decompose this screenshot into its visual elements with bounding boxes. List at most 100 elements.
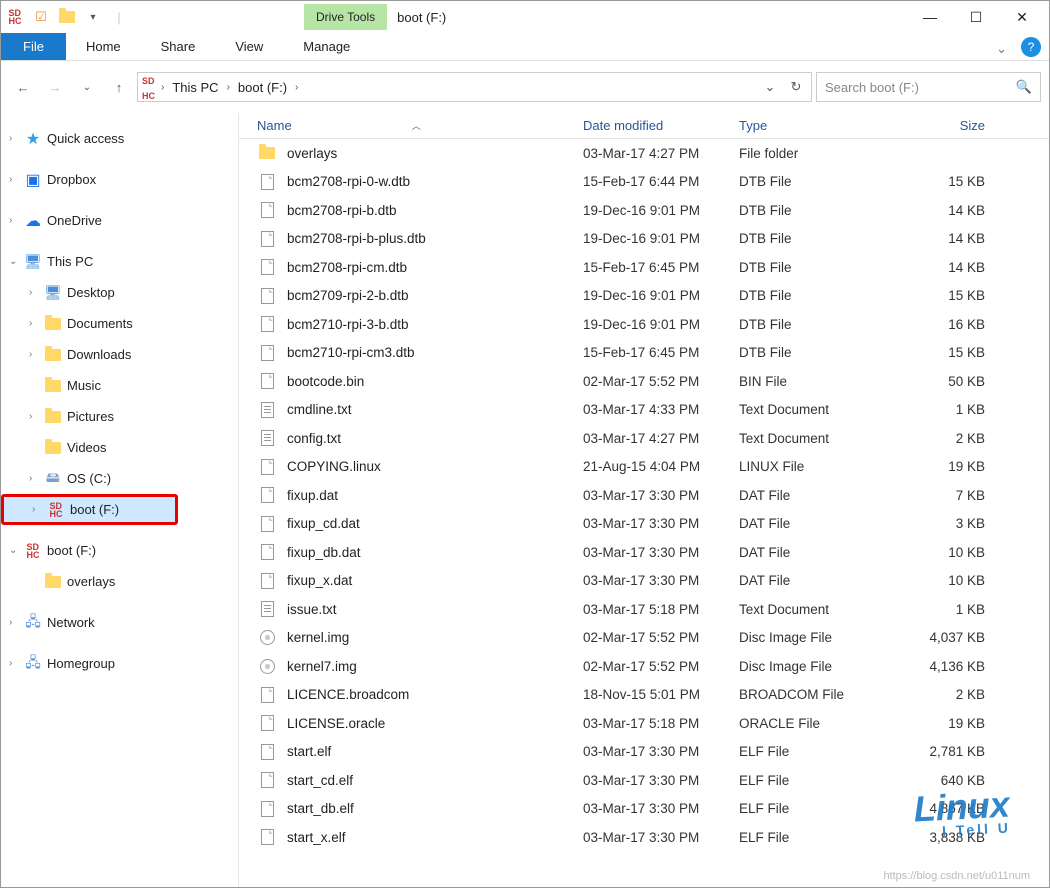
file-row[interactable]: kernel.img02-Mar-17 5:52 PMDisc Image Fi… — [239, 624, 1049, 653]
col-name[interactable]: Name︿ — [257, 118, 583, 133]
expand-icon[interactable]: › — [9, 658, 23, 669]
folder-icon — [43, 376, 63, 396]
refresh-button[interactable]: ↻ — [785, 79, 807, 95]
file-row[interactable]: fixup_x.dat03-Mar-17 3:30 PMDAT File10 K… — [239, 567, 1049, 596]
maximize-button[interactable]: ☐ — [953, 1, 999, 33]
expand-icon[interactable]: › — [29, 318, 43, 329]
minimize-button[interactable]: — — [907, 1, 953, 33]
help-icon[interactable]: ? — [1021, 37, 1041, 57]
chevron-right-icon[interactable]: › — [225, 82, 232, 93]
file-row[interactable]: bcm2710-rpi-3-b.dtb19-Dec-16 9:01 PMDTB … — [239, 310, 1049, 339]
file-row[interactable]: bcm2710-rpi-cm3.dtb15-Feb-17 6:45 PMDTB … — [239, 339, 1049, 368]
file-size: 19 KB — [895, 716, 995, 731]
file-date: 19-Dec-16 9:01 PM — [583, 203, 739, 218]
address-dropdown-icon[interactable]: ⌄ — [759, 79, 781, 95]
tree-item-downloads[interactable]: ›Downloads — [1, 339, 238, 370]
file-icon — [257, 485, 277, 505]
tree-item-network[interactable]: ›🖧Network — [1, 607, 238, 638]
file-row[interactable]: start.elf03-Mar-17 3:30 PMELF File2,781 … — [239, 738, 1049, 767]
file-row[interactable]: bcm2708-rpi-b.dtb19-Dec-16 9:01 PMDTB Fi… — [239, 196, 1049, 225]
close-button[interactable]: ✕ — [999, 1, 1045, 33]
file-row[interactable]: fixup_db.dat03-Mar-17 3:30 PMDAT File10 … — [239, 538, 1049, 567]
file-row[interactable]: bootcode.bin02-Mar-17 5:52 PMBIN File50 … — [239, 367, 1049, 396]
expand-icon[interactable]: › — [29, 411, 43, 422]
breadcrumb[interactable]: boot (F:) — [236, 80, 289, 95]
tree-item-boot-f-[interactable]: ⌄SDHCboot (F:) — [1, 535, 238, 566]
tree-item-this-pc[interactable]: ⌄🖥This PC — [1, 246, 238, 277]
expand-icon[interactable]: › — [29, 349, 43, 360]
file-menu[interactable]: File — [1, 33, 66, 60]
file-row[interactable]: overlays03-Mar-17 4:27 PMFile folder — [239, 139, 1049, 168]
breadcrumb[interactable]: This PC — [170, 80, 220, 95]
recent-dropdown-icon[interactable]: ⌄ — [73, 73, 101, 101]
tree-item-dropbox[interactable]: ›▣Dropbox — [1, 164, 238, 195]
file-row[interactable]: LICENCE.broadcom18-Nov-15 5:01 PMBROADCO… — [239, 681, 1049, 710]
file-row[interactable]: issue.txt03-Mar-17 5:18 PMText Document1… — [239, 595, 1049, 624]
tree-item-homegroup[interactable]: ›🖧Homegroup — [1, 648, 238, 679]
back-button[interactable]: ← — [9, 73, 37, 101]
qat-dropdown-icon[interactable]: ▾ — [83, 7, 103, 27]
file-row[interactable]: LICENSE.oracle03-Mar-17 5:18 PMORACLE Fi… — [239, 709, 1049, 738]
file-type: DTB File — [739, 260, 895, 275]
file-row[interactable]: start_x.elf03-Mar-17 3:30 PMELF File3,83… — [239, 823, 1049, 852]
forward-button[interactable]: → — [41, 73, 69, 101]
file-row[interactable]: kernel7.img02-Mar-17 5:52 PMDisc Image F… — [239, 652, 1049, 681]
expand-icon[interactable]: › — [29, 287, 43, 298]
qat-checkbox-icon[interactable]: ☑ — [31, 7, 51, 27]
expand-icon[interactable]: › — [32, 504, 46, 515]
file-row[interactable]: cmdline.txt03-Mar-17 4:33 PMText Documen… — [239, 396, 1049, 425]
title-bar: SDHC ☑ ▾ | Drive Tools boot (F:) — ☐ ✕ — [1, 1, 1049, 33]
navigation-tree[interactable]: ›★Quick access ›▣Dropbox ›☁OneDrive ⌄🖥This … — [1, 113, 239, 887]
up-button[interactable]: ↑ — [105, 73, 133, 101]
tree-item-overlays[interactable]: overlays — [1, 566, 238, 597]
tree-item-os-c-[interactable]: ›🖴OS (C:) — [1, 463, 238, 494]
expand-icon[interactable]: ⌄ — [9, 545, 23, 556]
tree-item-onedrive[interactable]: ›☁OneDrive — [1, 205, 238, 236]
file-row[interactable]: fixup_cd.dat03-Mar-17 3:30 PMDAT File3 K… — [239, 510, 1049, 539]
file-row[interactable]: COPYING.linux21-Aug-15 4:04 PMLINUX File… — [239, 453, 1049, 482]
tree-item-documents[interactable]: ›Documents — [1, 308, 238, 339]
tab-home[interactable]: Home — [66, 33, 141, 60]
file-list[interactable]: Name︿ Date modified Type Size overlays03… — [239, 113, 1049, 887]
file-row[interactable]: start_db.elf03-Mar-17 3:30 PMELF File4,8… — [239, 795, 1049, 824]
file-row[interactable]: fixup.dat03-Mar-17 3:30 PMDAT File7 KB — [239, 481, 1049, 510]
contextual-tab-drive-tools[interactable]: Drive Tools — [304, 4, 387, 30]
tree-item-desktop[interactable]: ›🖥Desktop — [1, 277, 238, 308]
file-row[interactable]: config.txt03-Mar-17 4:27 PMText Document… — [239, 424, 1049, 453]
expand-icon[interactable]: › — [9, 617, 23, 628]
col-type[interactable]: Type — [739, 118, 895, 133]
tree-item-music[interactable]: Music — [1, 370, 238, 401]
search-icon[interactable]: 🔍 — [1016, 79, 1032, 95]
file-row[interactable]: start_cd.elf03-Mar-17 3:30 PMELF File640… — [239, 766, 1049, 795]
chevron-right-icon[interactable]: › — [159, 82, 166, 93]
tab-view[interactable]: View — [215, 33, 283, 60]
tree-item-label: Desktop — [67, 285, 115, 300]
expand-icon[interactable]: › — [9, 174, 23, 185]
tree-item-boot-f-[interactable]: ›SDHCboot (F:) — [1, 494, 178, 525]
window-title: boot (F:) — [387, 10, 446, 25]
tree-item-videos[interactable]: Videos — [1, 432, 238, 463]
file-row[interactable]: bcm2709-rpi-2-b.dtb19-Dec-16 9:01 PMDTB … — [239, 282, 1049, 311]
tree-item-pictures[interactable]: ›Pictures — [1, 401, 238, 432]
tree-item-quick-access[interactable]: ›★Quick access — [1, 123, 238, 154]
column-headers[interactable]: Name︿ Date modified Type Size — [239, 113, 1049, 139]
file-row[interactable]: bcm2708-rpi-0-w.dtb15-Feb-17 6:44 PMDTB … — [239, 168, 1049, 197]
col-size[interactable]: Size — [895, 118, 995, 133]
expand-icon[interactable]: › — [9, 133, 23, 144]
tab-manage[interactable]: Manage — [283, 33, 370, 60]
chevron-right-icon[interactable]: › — [293, 82, 300, 93]
expand-icon[interactable]: › — [29, 473, 43, 484]
file-date: 18-Nov-15 5:01 PM — [583, 687, 739, 702]
file-icon — [257, 457, 277, 477]
file-row[interactable]: bcm2708-rpi-b-plus.dtb19-Dec-16 9:01 PMD… — [239, 225, 1049, 254]
search-input[interactable]: Search boot (F:) 🔍 — [816, 72, 1041, 102]
file-row[interactable]: bcm2708-rpi-cm.dtb15-Feb-17 6:45 PMDTB F… — [239, 253, 1049, 282]
expand-icon[interactable]: › — [9, 215, 23, 226]
tab-share[interactable]: Share — [141, 33, 216, 60]
qat-folder-icon[interactable] — [57, 7, 77, 27]
address-bar[interactable]: SDHC › This PC › boot (F:) › ⌄ ↻ — [137, 72, 812, 102]
col-date[interactable]: Date modified — [583, 118, 739, 133]
expand-icon[interactable]: ⌄ — [9, 256, 23, 267]
ribbon-collapse-icon[interactable]: ⌄ — [996, 41, 1007, 60]
box-icon: ▣ — [23, 170, 43, 190]
